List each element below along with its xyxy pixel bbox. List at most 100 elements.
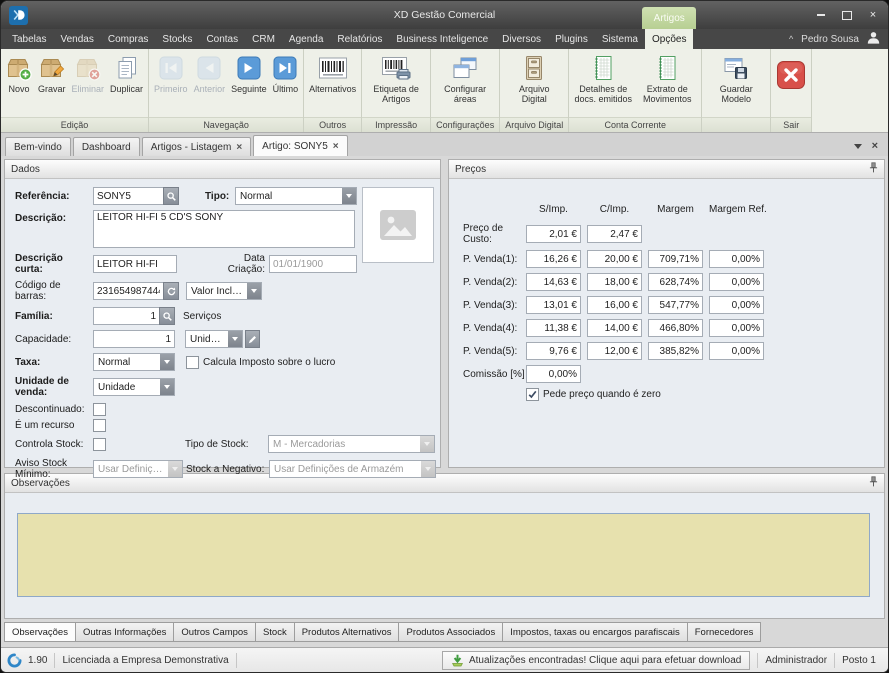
ribbon-button-extrato-de-movimentos[interactable]: Extrato de Movimentos: [635, 52, 699, 105]
controla-stock-checkbox[interactable]: [93, 438, 106, 451]
close-tab-icon[interactable]: ×: [333, 141, 339, 152]
tab-dashboard[interactable]: Dashboard: [73, 137, 140, 156]
close-tab-icon[interactable]: ×: [236, 142, 242, 153]
maximize-button[interactable]: [840, 9, 854, 21]
ribbon-button-guardar-modelo[interactable]: Guardar Modelo: [704, 52, 768, 105]
product-image-placeholder[interactable]: [362, 187, 434, 263]
ribbon-button-duplicar[interactable]: Duplicar: [107, 52, 146, 95]
close-button[interactable]: ×: [866, 9, 880, 21]
bottom-tab-observacoes[interactable]: Observações: [4, 622, 76, 642]
price-field[interactable]: [526, 250, 581, 268]
price-field[interactable]: [709, 296, 764, 314]
price-field[interactable]: [526, 319, 581, 337]
capacidade-edit-button[interactable]: [245, 330, 260, 348]
price-field[interactable]: [648, 342, 703, 360]
menu-item-relatorios[interactable]: Relatórios: [330, 29, 389, 49]
close-tab-icon[interactable]: ×: [872, 141, 878, 152]
ribbon-button-label: Anterior: [194, 84, 226, 94]
tab-bem-vindo[interactable]: Bem-vindo: [5, 137, 71, 156]
valor-incluido-select[interactable]: Valor Incluído: [186, 282, 262, 300]
calcula-imposto-checkbox[interactable]: [186, 356, 199, 369]
contextual-tab-artigos[interactable]: Artigos: [642, 7, 696, 29]
tab-list-dropdown-icon[interactable]: [854, 144, 862, 149]
price-field[interactable]: [709, 342, 764, 360]
ribbon-button-sair[interactable]: [773, 52, 809, 91]
ribbon-button-detalhes-de-docs-emitidos[interactable]: Detalhes de docs. emitidos: [571, 52, 635, 105]
collapse-ribbon-icon[interactable]: ^: [789, 34, 793, 44]
price-field[interactable]: [587, 273, 642, 291]
pede-preco-checkbox[interactable]: [526, 388, 539, 401]
ribbon-button-ultimo[interactable]: Último: [270, 52, 302, 95]
price-field[interactable]: [648, 250, 703, 268]
referencia-input[interactable]: [93, 187, 163, 205]
recurso-checkbox[interactable]: [93, 419, 106, 432]
descricao-curta-input[interactable]: [93, 255, 177, 273]
price-field[interactable]: [526, 342, 581, 360]
descricao-textarea[interactable]: LEITOR HI-FI 5 CD'S SONY: [93, 210, 355, 248]
bottom-tab-stock[interactable]: Stock: [255, 622, 295, 642]
menu-item-compras[interactable]: Compras: [101, 29, 156, 49]
price-field[interactable]: [587, 225, 642, 243]
familia-input[interactable]: [93, 307, 159, 325]
ribbon-button-gravar[interactable]: Gravar: [35, 52, 69, 95]
minimize-button[interactable]: [814, 9, 828, 21]
ribbon-button-eliminar: Eliminar: [69, 52, 108, 95]
familia-search-button[interactable]: [159, 307, 175, 325]
ribbon-button-seguinte[interactable]: Seguinte: [228, 52, 270, 95]
price-field[interactable]: [587, 296, 642, 314]
observacoes-textarea[interactable]: [17, 513, 870, 597]
descontinuado-checkbox[interactable]: [93, 403, 106, 416]
price-field[interactable]: [648, 296, 703, 314]
taxa-select[interactable]: Normal: [93, 353, 175, 371]
capacidade-input[interactable]: [93, 330, 175, 348]
bottom-tab-outros-campos[interactable]: Outros Campos: [173, 622, 256, 642]
menu-item-diversos[interactable]: Diversos: [495, 29, 548, 49]
menu-item-stocks[interactable]: Stocks: [155, 29, 199, 49]
menu-item-crm[interactable]: CRM: [245, 29, 282, 49]
ribbon-button-configurar-areas[interactable]: Configurar áreas: [433, 52, 497, 105]
bottom-tab-produtos-associados[interactable]: Produtos Associados: [398, 622, 503, 642]
data-criacao-input[interactable]: [269, 255, 357, 273]
menu-item-vendas[interactable]: Vendas: [53, 29, 100, 49]
price-field[interactable]: [587, 319, 642, 337]
cabinet-icon: [522, 53, 546, 83]
update-notification[interactable]: Atualizações encontradas! Clique aqui pa…: [442, 651, 750, 670]
price-field[interactable]: [526, 273, 581, 291]
capacidade-unidade-select[interactable]: Unidade: [185, 330, 243, 348]
user-area[interactable]: ^ Pedro Sousa: [789, 29, 884, 49]
menu-item-contas[interactable]: Contas: [199, 29, 245, 49]
price-field[interactable]: [709, 319, 764, 337]
price-field[interactable]: [709, 273, 764, 291]
referencia-search-button[interactable]: [163, 187, 179, 205]
tab-artigo-sony5[interactable]: Artigo: SONY5×: [253, 135, 347, 156]
pin-icon[interactable]: [869, 476, 878, 490]
ribbon-button-novo[interactable]: Novo: [3, 52, 35, 95]
bottom-tab-outras-informacoes[interactable]: Outras Informações: [75, 622, 174, 642]
price-field[interactable]: [709, 250, 764, 268]
ribbon-button-etiqueta-de-artigos[interactable]: Etiqueta de Artigos: [364, 52, 428, 105]
menu-item-plugins[interactable]: Plugins: [548, 29, 595, 49]
price-field[interactable]: [648, 319, 703, 337]
menu-item-agenda[interactable]: Agenda: [282, 29, 330, 49]
price-field[interactable]: [587, 250, 642, 268]
unidade-venda-select[interactable]: Unidade: [93, 378, 175, 396]
bottom-tab-fornecedores[interactable]: Fornecedores: [687, 622, 762, 642]
price-field[interactable]: [587, 342, 642, 360]
menu-item-sistema[interactable]: Sistema: [595, 29, 645, 49]
price-field[interactable]: [526, 225, 581, 243]
tab-artigos-listagem[interactable]: Artigos - Listagem×: [142, 137, 251, 156]
price-field[interactable]: [526, 296, 581, 314]
tipo-select[interactable]: Normal: [235, 187, 357, 205]
ribbon-button-arquivo-digital[interactable]: Arquivo Digital: [502, 52, 566, 105]
codigo-barras-generate-button[interactable]: [163, 282, 179, 300]
menu-item-business-inteligence[interactable]: Business Inteligence: [389, 29, 495, 49]
ribbon-button-alternativos[interactable]: Alternativos: [306, 52, 359, 95]
menu-item-tabelas[interactable]: Tabelas: [5, 29, 53, 49]
price-field[interactable]: [648, 273, 703, 291]
bottom-tab-impostos-taxas-ou-encargos-parafiscais[interactable]: Impostos, taxas ou encargos parafiscais: [502, 622, 688, 642]
price-field[interactable]: [526, 365, 581, 383]
bottom-tab-produtos-alternativos[interactable]: Produtos Alternativos: [294, 622, 400, 642]
codigo-barras-input[interactable]: [93, 282, 163, 300]
menu-item-opcoes[interactable]: OpçõesArtigos: [645, 29, 693, 49]
pin-icon[interactable]: [869, 162, 878, 176]
